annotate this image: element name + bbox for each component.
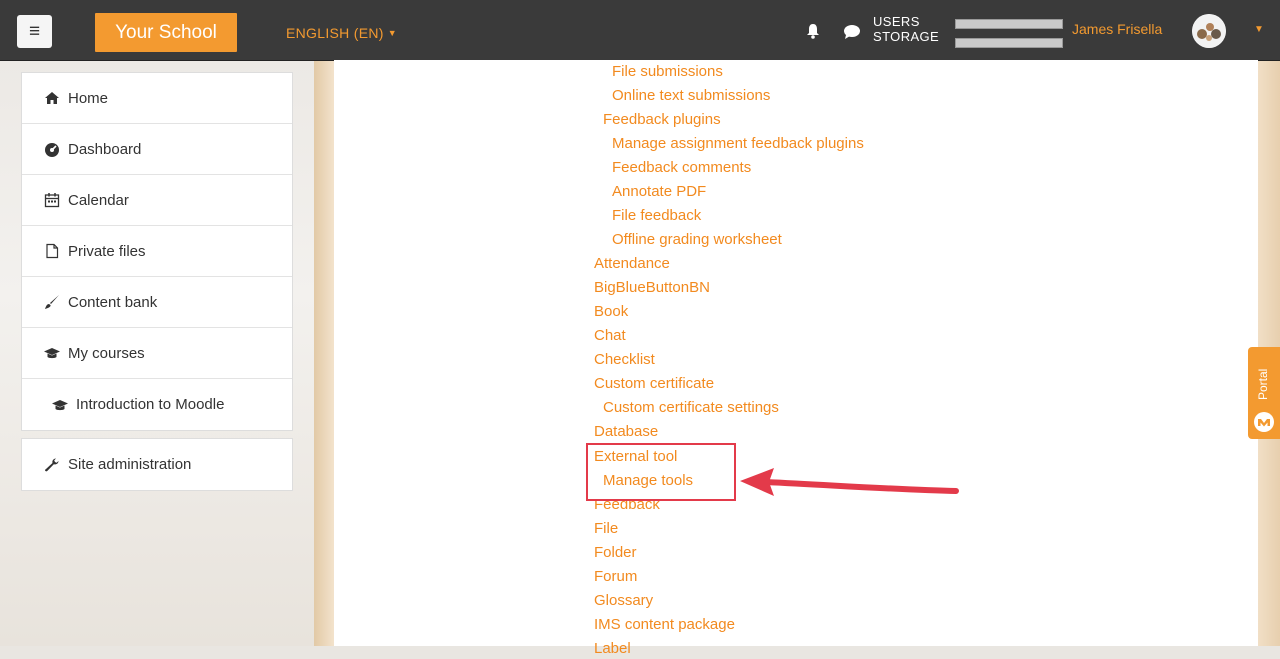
storage-usage-bar	[955, 38, 1063, 48]
paintbrush-icon	[45, 295, 59, 309]
sidebar-item-home[interactable]: Home	[22, 73, 292, 124]
hamburger-icon: ≡	[28, 21, 41, 42]
sidebar-item-label: My courses	[68, 344, 145, 362]
sidebar-item-label: Private files	[68, 242, 146, 260]
annotation-highlight-box	[586, 443, 736, 501]
language-menu[interactable]: ENGLISH (EN) ▼	[286, 25, 397, 41]
sidebar-item-calendar[interactable]: Calendar	[22, 175, 292, 226]
tree-link-file-feedback[interactable]: File feedback	[612, 206, 701, 226]
tree-link-database[interactable]: Database	[594, 422, 658, 442]
portal-label: Portal	[1256, 368, 1270, 400]
tree-link-attendance[interactable]: Attendance	[594, 254, 670, 274]
chat-bubble-icon[interactable]	[843, 24, 861, 40]
annotation-arrow-icon	[740, 468, 959, 496]
sidebar-item-label: Site administration	[68, 456, 192, 473]
top-navbar: ≡ Your School ENGLISH (EN) ▼ USERS STORAG…	[0, 0, 1280, 61]
tree-link-file-submissions[interactable]: File submissions	[612, 62, 723, 82]
cloud-m-icon	[1254, 412, 1274, 432]
tree-link-offline-grading-worksheet[interactable]: Offline grading worksheet	[612, 230, 782, 250]
sidebar-item-label: Content bank	[68, 293, 158, 311]
tree-link-custom-certificate-settings[interactable]: Custom certificate settings	[603, 398, 779, 418]
sidebar-item-dashboard[interactable]: Dashboard	[22, 124, 292, 175]
caret-down-icon: ▼	[387, 28, 397, 38]
sidebar-item-private-files[interactable]: Private files	[22, 226, 292, 277]
hamburger-menu-button[interactable]: ≡	[17, 15, 52, 48]
tree-link-file[interactable]: File	[594, 519, 618, 539]
graduation-cap-icon	[44, 348, 60, 359]
sidebar-item-site-administration[interactable]: Site administration	[22, 439, 292, 490]
user-name[interactable]: James Frisella	[1072, 21, 1162, 37]
sidebar-nav: Home Dashboard Calendar Private files Co…	[21, 72, 293, 431]
decorative-border-left	[314, 60, 334, 646]
tree-link-glossary[interactable]: Glossary	[594, 591, 653, 611]
tree-link-feedback-comments[interactable]: Feedback comments	[612, 158, 751, 178]
language-label: ENGLISH (EN)	[286, 25, 384, 41]
tree-link-book[interactable]: Book	[594, 302, 628, 322]
tree-link-online-text-submissions[interactable]: Online text submissions	[612, 86, 770, 106]
site-brand[interactable]: Your School	[95, 13, 237, 52]
avatar[interactable]	[1192, 14, 1226, 48]
tree-link-bigbluebuttonbn[interactable]: BigBlueButtonBN	[594, 278, 710, 298]
tree-link-manage-feedback-plugins[interactable]: Manage assignment feedback plugins	[612, 134, 864, 154]
avatar-image	[1192, 14, 1226, 48]
sidebar-item-label: Home	[68, 89, 109, 107]
sidebar-item-content-bank[interactable]: Content bank	[22, 277, 292, 328]
sidebar-item-label: Dashboard	[68, 140, 142, 158]
sidebar-item-label: Calendar	[68, 191, 129, 209]
calendar-icon	[44, 193, 60, 208]
storage-label: STORAGE	[873, 29, 940, 44]
dashboard-icon	[45, 143, 59, 157]
home-icon	[45, 92, 59, 104]
tree-link-forum[interactable]: Forum	[594, 567, 637, 587]
users-usage-bar	[955, 19, 1063, 29]
user-menu-caret-icon[interactable]: ▼	[1254, 24, 1264, 35]
tree-link-checklist[interactable]: Checklist	[594, 350, 655, 370]
graduation-cap-icon	[52, 399, 68, 410]
users-label: USERS	[873, 14, 920, 29]
sidebar-item-course-intro-moodle[interactable]: Introduction to Moodle	[22, 379, 292, 430]
sidebar-admin: Site administration	[21, 438, 293, 491]
tree-link-feedback-plugins[interactable]: Feedback plugins	[603, 110, 721, 130]
tree-link-ims-content-package[interactable]: IMS content package	[594, 615, 735, 635]
tree-link-label[interactable]: Label	[594, 639, 631, 659]
usage-labels: USERS STORAGE	[873, 14, 939, 44]
tree-link-folder[interactable]: Folder	[594, 543, 637, 563]
file-icon	[46, 243, 59, 259]
bell-icon[interactable]	[806, 23, 820, 39]
wrench-icon	[45, 458, 59, 471]
tree-link-annotate-pdf[interactable]: Annotate PDF	[612, 182, 706, 202]
sidebar-item-my-courses[interactable]: My courses	[22, 328, 292, 379]
sidebar-item-label: Introduction to Moodle	[76, 396, 225, 413]
tree-link-custom-certificate[interactable]: Custom certificate	[594, 374, 714, 394]
tree-link-chat[interactable]: Chat	[594, 326, 626, 346]
